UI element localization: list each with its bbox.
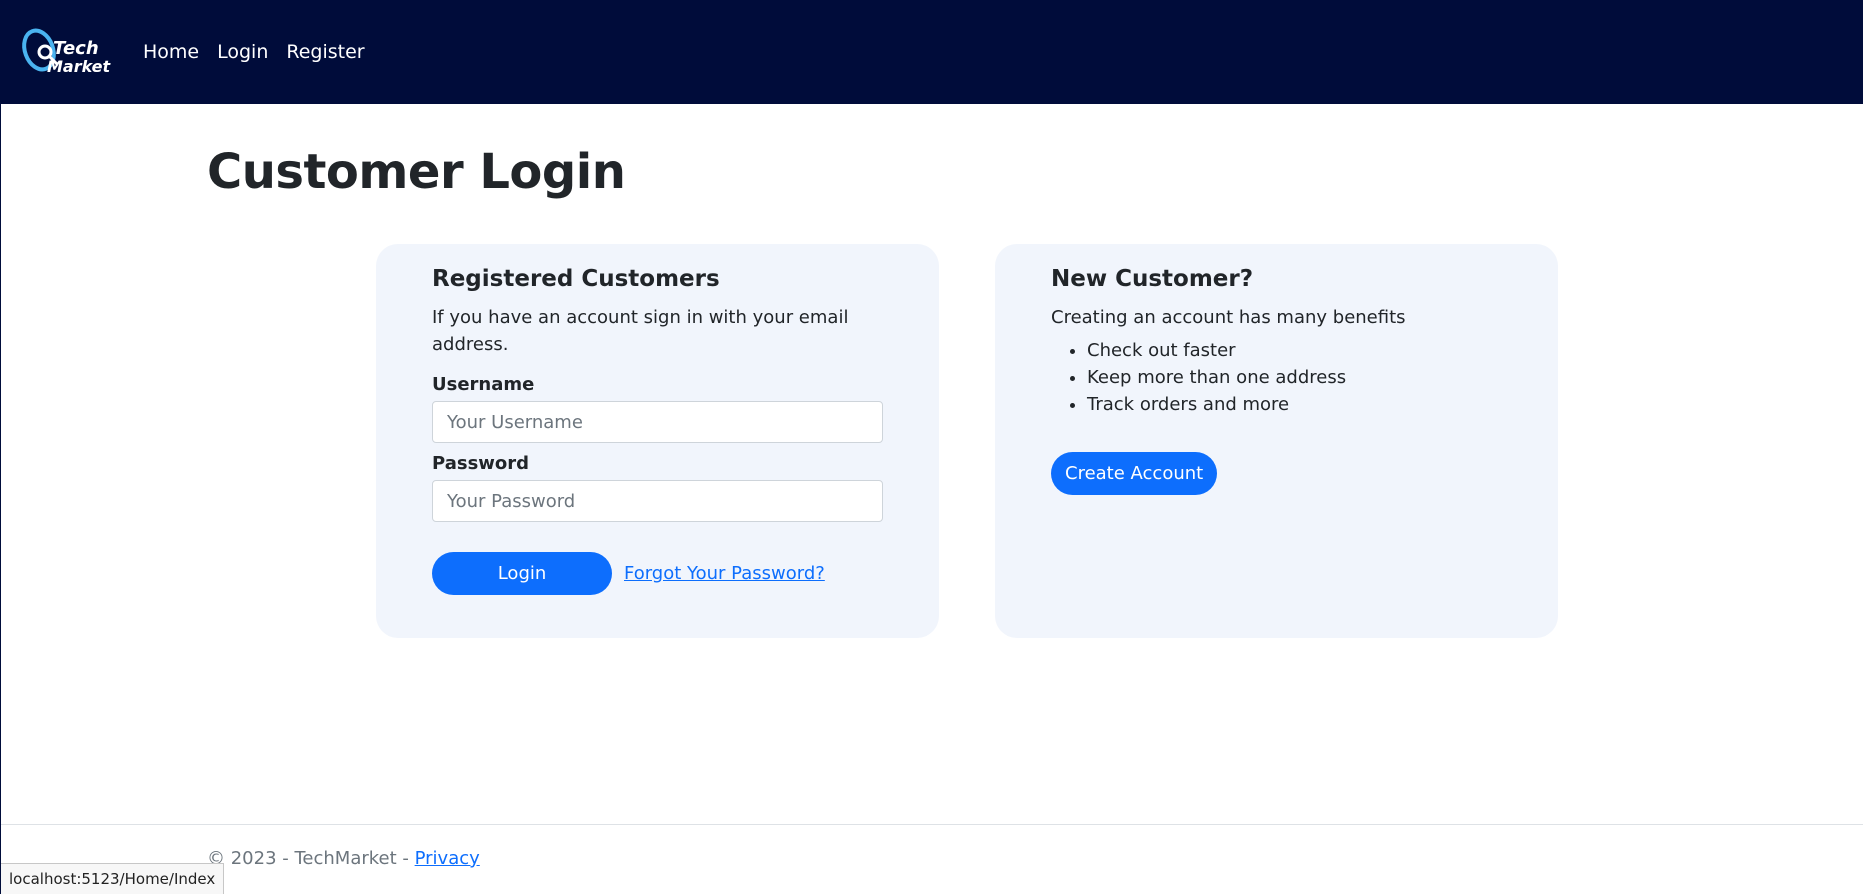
page-title: Customer Login — [207, 144, 626, 200]
nav-links: Home Login Register — [143, 0, 365, 104]
privacy-link[interactable]: Privacy — [415, 848, 480, 869]
forgot-password-link[interactable]: Forgot Your Password? — [624, 563, 825, 584]
footer-divider — [1, 824, 1863, 825]
username-input[interactable] — [432, 401, 883, 443]
nav-link-login[interactable]: Login — [217, 41, 268, 63]
svg-text:Tech: Tech — [53, 38, 99, 59]
browser-status-bar: localhost:5123/Home/Index — [1, 863, 225, 894]
footer: © 2023 - TechMarket - Privacy — [207, 848, 480, 869]
benefit-item: Track orders and more — [1087, 391, 1502, 418]
registered-customers-card: Registered Customers If you have an acco… — [376, 244, 939, 638]
benefit-item: Check out faster — [1087, 337, 1502, 364]
svg-text:Market: Market — [47, 57, 112, 76]
registered-customers-heading: Registered Customers — [432, 266, 720, 292]
login-description: If you have an account sign in with your… — [432, 307, 849, 355]
login-button[interactable]: Login — [432, 552, 612, 595]
password-input[interactable] — [432, 480, 883, 522]
login-actions: Login Forgot Your Password? — [432, 552, 883, 595]
benefits-list: Check out faster Keep more than one addr… — [1051, 337, 1502, 418]
footer-copyright: © 2023 - TechMarket - — [207, 848, 415, 869]
top-navbar: Tech Market Home Login Register — [1, 0, 1863, 104]
new-customer-card: New Customer? Creating an account has ma… — [995, 244, 1558, 638]
new-customer-heading: New Customer? — [1051, 266, 1254, 292]
password-label: Password — [432, 453, 530, 474]
nav-link-home[interactable]: Home — [143, 41, 199, 63]
benefit-item: Keep more than one address — [1087, 364, 1502, 391]
techmarket-logo[interactable]: Tech Market — [19, 22, 115, 82]
logo-icon: Tech Market — [22, 28, 112, 76]
nav-link-register[interactable]: Register — [286, 41, 364, 63]
new-customer-description: Creating an account has many benefits — [1051, 307, 1406, 328]
create-account-button[interactable]: Create Account — [1051, 452, 1218, 495]
username-label: Username — [432, 374, 535, 395]
